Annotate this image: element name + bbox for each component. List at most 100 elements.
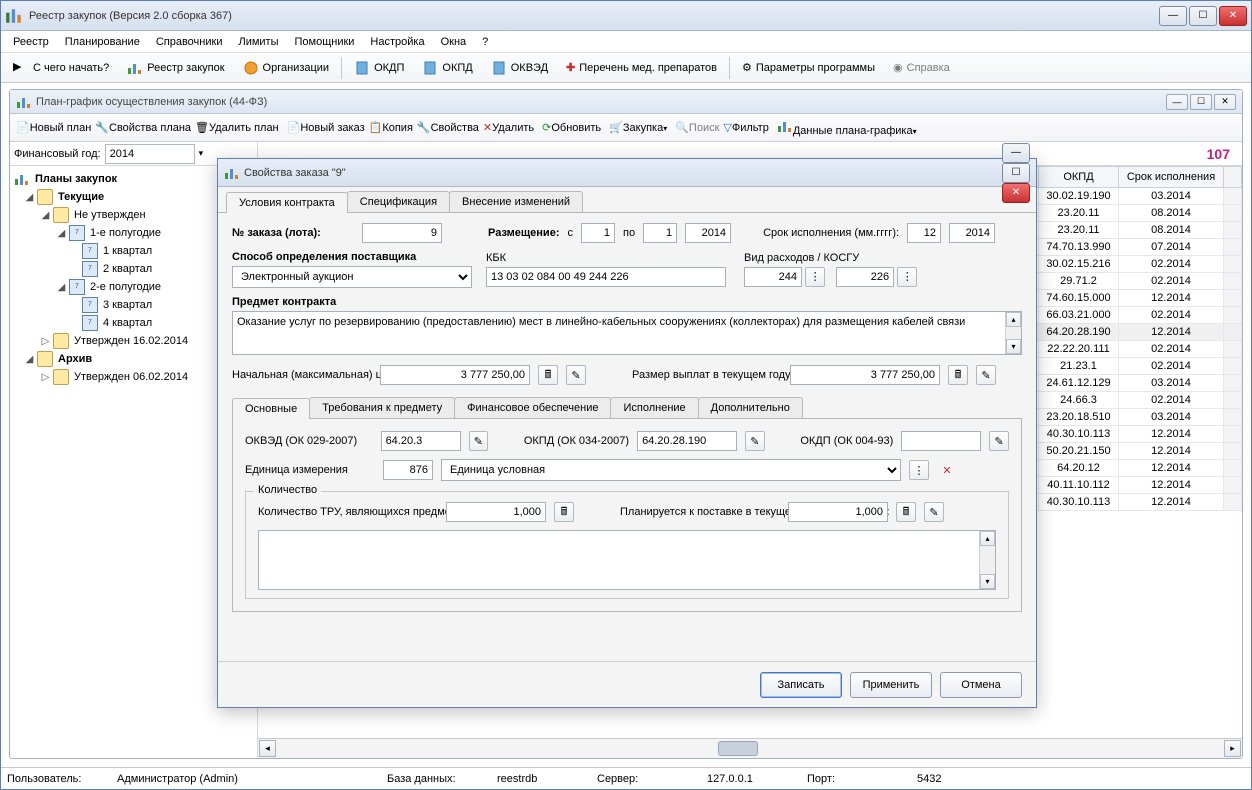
- expand-icon[interactable]: ◢: [24, 192, 35, 203]
- tb-orderprops[interactable]: 🔧Свойства: [417, 121, 479, 134]
- expand-icon[interactable]: ◢: [56, 228, 67, 239]
- lot-input[interactable]: [362, 223, 442, 243]
- expand-icon[interactable]: ◢: [24, 354, 35, 365]
- tree-current[interactable]: Текущие: [55, 190, 107, 204]
- menu-windows[interactable]: Окна: [435, 34, 473, 50]
- tree-q2[interactable]: 2 квартал: [100, 262, 155, 276]
- placement-year-input[interactable]: [685, 223, 731, 243]
- supplier-select[interactable]: Электронный аукцион: [232, 266, 472, 288]
- wand-icon[interactable]: ✎: [989, 431, 1009, 451]
- expand-icon[interactable]: ◢: [56, 282, 67, 293]
- kbk-input[interactable]: [486, 267, 726, 287]
- itab-req[interactable]: Требования к предмету: [309, 397, 455, 418]
- maximize-button[interactable]: ☐: [1189, 6, 1217, 26]
- calc-icon[interactable]: 🖩: [538, 365, 558, 385]
- tb-plandata[interactable]: Данные плана-графика▾: [777, 118, 917, 137]
- expand-icon[interactable]: ◢: [40, 210, 51, 221]
- doc-maximize-button[interactable]: ☐: [1190, 94, 1212, 110]
- tab-contract[interactable]: Условия контракта: [226, 192, 348, 213]
- col-okpd[interactable]: ОКПД: [1039, 167, 1119, 188]
- tb-params[interactable]: ⚙Параметры программы: [736, 59, 881, 76]
- tree-q1[interactable]: 1 квартал: [100, 244, 155, 258]
- menu-refs[interactable]: Справочники: [150, 34, 229, 50]
- subject-textarea[interactable]: Оказание услуг по резервированию (предос…: [232, 311, 1022, 355]
- scroll-down-icon[interactable]: ▾: [1006, 339, 1021, 354]
- menu-reestr[interactable]: Реестр: [7, 34, 55, 50]
- scroll-right-icon[interactable]: ▸: [1224, 740, 1241, 757]
- wand-icon[interactable]: ✎: [745, 431, 765, 451]
- tb-filter[interactable]: ▽Фильтр: [723, 121, 768, 134]
- tb-delplan[interactable]: 🗑Удалить план: [195, 121, 279, 134]
- okpd-input[interactable]: [637, 431, 737, 451]
- minimize-button[interactable]: —: [1159, 6, 1187, 26]
- tb-help[interactable]: ◉Справка: [887, 59, 956, 76]
- unit-select[interactable]: Единица условная: [441, 459, 901, 481]
- tb-delete[interactable]: ✕Удалить: [483, 121, 534, 134]
- menu-limits[interactable]: Лимиты: [232, 34, 284, 50]
- price-input[interactable]: [380, 365, 530, 385]
- menu-helpers[interactable]: Помощники: [288, 34, 360, 50]
- scroll-up-icon[interactable]: ▴: [1006, 312, 1021, 327]
- tb-newplan[interactable]: 📄Новый план: [16, 121, 91, 134]
- expand-icon[interactable]: ▷: [40, 372, 51, 383]
- vr-input[interactable]: [744, 267, 802, 287]
- tb-start[interactable]: ▶С чего начать?: [7, 58, 115, 78]
- itab-fin[interactable]: Финансовое обеспечение: [454, 397, 611, 418]
- qty-textarea[interactable]: ▴▾: [258, 530, 996, 590]
- close-button[interactable]: ✕: [1219, 6, 1247, 26]
- tb-okpd[interactable]: ОКПД: [416, 58, 478, 78]
- wand-icon[interactable]: ✎: [924, 502, 944, 522]
- okdp-input[interactable]: [901, 431, 981, 451]
- tree-approved2[interactable]: Утвержден 06.02.2014: [71, 370, 191, 384]
- tree-q3[interactable]: 3 квартал: [100, 298, 155, 312]
- h-scrollbar[interactable]: ◂ ▸: [258, 738, 1242, 758]
- tb-refresh[interactable]: ⟳Обновить: [542, 121, 601, 134]
- tree-root[interactable]: Планы закупок: [32, 172, 120, 186]
- wand-icon[interactable]: ✎: [469, 431, 489, 451]
- okved-input[interactable]: [381, 431, 461, 451]
- deadline-yy-input[interactable]: [949, 223, 995, 243]
- doc-close-button[interactable]: ✕: [1214, 94, 1236, 110]
- tab-changes[interactable]: Внесение изменений: [449, 191, 583, 212]
- tb-purchase[interactable]: 🛒Закупка▾: [609, 121, 667, 134]
- clear-unit-button[interactable]: ✕: [937, 460, 957, 480]
- itab-exec[interactable]: Исполнение: [610, 397, 698, 418]
- qty-plan-input[interactable]: [788, 502, 888, 522]
- textarea-scrollbar[interactable]: ▴▾: [1005, 312, 1021, 354]
- scroll-left-icon[interactable]: ◂: [259, 740, 276, 757]
- tree-q4[interactable]: 4 квартал: [100, 316, 155, 330]
- menu-help[interactable]: ?: [476, 34, 494, 50]
- scroll-down-icon[interactable]: ▾: [980, 574, 995, 589]
- tb-reestr[interactable]: Реестр закупок: [121, 58, 230, 78]
- doc-minimize-button[interactable]: —: [1166, 94, 1188, 110]
- tab-spec[interactable]: Спецификация: [347, 191, 450, 212]
- pay-input[interactable]: [790, 365, 940, 385]
- apply-button[interactable]: Применить: [850, 672, 932, 698]
- tb-copy[interactable]: 📋Копия: [369, 121, 413, 134]
- tb-neworder[interactable]: 📄Новый заказ: [287, 121, 365, 134]
- menu-planning[interactable]: Планирование: [59, 34, 146, 50]
- calc-icon[interactable]: 🖩: [554, 502, 574, 522]
- tree-archive[interactable]: Архив: [55, 352, 95, 366]
- calc-icon[interactable]: 🖩: [896, 502, 916, 522]
- expand-icon[interactable]: ▷: [40, 336, 51, 347]
- tree-h1[interactable]: 1-е полугодие: [87, 226, 164, 240]
- qty-tru-input[interactable]: [446, 502, 546, 522]
- dropdown-icon[interactable]: ▾: [199, 148, 204, 159]
- tree-approved1[interactable]: Утвержден 16.02.2014: [71, 334, 191, 348]
- cancel-button[interactable]: Отмена: [940, 672, 1022, 698]
- dialog-titlebar[interactable]: Свойства заказа "9" — ☐ ✕: [218, 159, 1036, 187]
- tb-med[interactable]: ✚Перечень мед. препаратов: [560, 59, 723, 76]
- kosgu-input[interactable]: [836, 267, 894, 287]
- pick-unit-button[interactable]: ⋮: [909, 460, 929, 480]
- tb-okved[interactable]: ОКВЭД: [485, 58, 554, 78]
- pick-kosgu-button[interactable]: ⋮: [897, 267, 917, 287]
- placement-from-input[interactable]: [581, 223, 615, 243]
- scroll-up-icon[interactable]: ▴: [980, 531, 995, 546]
- tb-okdp[interactable]: ОКДП: [348, 58, 410, 78]
- scroll-thumb[interactable]: [718, 741, 758, 756]
- tree-notapproved[interactable]: Не утвержден: [71, 208, 149, 222]
- itab-main[interactable]: Основные: [232, 398, 310, 419]
- tb-org[interactable]: Организации: [237, 58, 336, 78]
- finyear-input[interactable]: [105, 144, 195, 164]
